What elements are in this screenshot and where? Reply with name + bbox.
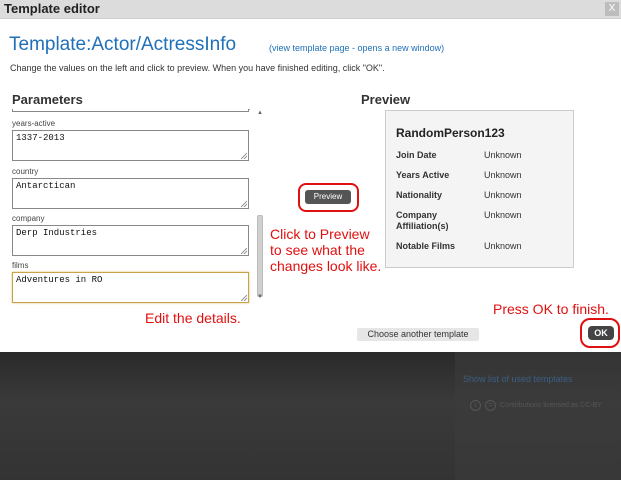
scrollbar-thumb[interactable] bbox=[257, 215, 263, 297]
preview-button[interactable]: Preview bbox=[305, 190, 351, 204]
preview-heading: Preview bbox=[361, 92, 411, 107]
preview-value: Unknown bbox=[484, 190, 522, 200]
preview-value: Unknown bbox=[484, 170, 522, 180]
preview-person-name: RandomPerson123 bbox=[396, 126, 505, 140]
films-input[interactable]: Adventures in RO bbox=[12, 272, 249, 303]
close-icon[interactable]: X bbox=[605, 2, 619, 16]
cc-icon: i bbox=[470, 400, 481, 411]
field-value: Derp Industries bbox=[16, 228, 98, 238]
field-company: company Derp Industries bbox=[12, 214, 249, 256]
ok-annotation: Press OK to finish. bbox=[493, 301, 609, 317]
field-years-active: years-active 1337-2013 bbox=[12, 119, 249, 161]
field-label: years-active bbox=[12, 119, 56, 128]
choose-another-template-button[interactable]: Choose another template bbox=[357, 328, 479, 341]
background-page: Show list of used templates i = Contribu… bbox=[0, 352, 621, 480]
field-films: films Adventures in RO bbox=[12, 261, 249, 303]
template-editor-dialog: Template editor X Template:Actor/Actress… bbox=[0, 0, 621, 352]
preview-value: Unknown bbox=[484, 210, 522, 220]
company-input[interactable]: Derp Industries bbox=[12, 225, 249, 256]
field-country: country Antarctican bbox=[12, 167, 249, 209]
preview-key: Years Active bbox=[396, 170, 450, 180]
background-sidebar bbox=[455, 352, 621, 480]
view-template-link[interactable]: (view template page - opens a new window… bbox=[269, 43, 444, 53]
template-name: Template:Actor/ActressInfo bbox=[9, 34, 237, 55]
used-templates-link[interactable]: Show list of used templates bbox=[463, 374, 573, 384]
country-input[interactable]: Antarctican bbox=[12, 178, 249, 209]
scroll-down-icon[interactable]: ▼ bbox=[256, 293, 264, 301]
parameters-heading: Parameters bbox=[12, 92, 250, 110]
resize-grip-icon[interactable] bbox=[241, 153, 247, 159]
by-icon: = bbox=[485, 400, 496, 411]
field-value: Antarctican bbox=[16, 181, 76, 191]
parameters-scroll-area[interactable]: years-active 1337-2013 country Antarctic… bbox=[9, 109, 255, 305]
preview-key: Company Affiliation(s) bbox=[396, 210, 449, 231]
resize-grip-icon[interactable] bbox=[241, 201, 247, 207]
field-value: Adventures in RO bbox=[16, 275, 103, 285]
preview-key: Join Date bbox=[396, 150, 437, 160]
resize-grip-icon[interactable] bbox=[241, 248, 247, 254]
field-value: 1337-2013 bbox=[16, 133, 65, 143]
field-label: films bbox=[12, 261, 29, 270]
dialog-title: Template editor bbox=[4, 1, 100, 16]
resize-grip-icon[interactable] bbox=[241, 295, 247, 301]
preview-value: Unknown bbox=[484, 150, 522, 160]
field-label: company bbox=[12, 214, 45, 223]
license-note: i = Contributions licensed as CC-BY bbox=[470, 400, 602, 411]
preview-annotation: Click to Preview to see what the changes… bbox=[270, 226, 382, 274]
preview-value: Unknown bbox=[484, 241, 522, 251]
instructions-text: Change the values on the left and click … bbox=[10, 63, 385, 73]
field-label: country bbox=[12, 167, 39, 176]
scroll-up-icon[interactable]: ▲ bbox=[256, 109, 264, 117]
preview-key: Notable Films bbox=[396, 241, 456, 251]
years-active-input[interactable]: 1337-2013 bbox=[12, 130, 249, 161]
preview-key: Nationality bbox=[396, 190, 443, 200]
dialog-titlebar: Template editor X bbox=[0, 0, 621, 19]
license-text: Contributions licensed as CC-BY bbox=[500, 402, 602, 409]
edit-annotation: Edit the details. bbox=[145, 310, 241, 326]
previous-field-edge bbox=[12, 109, 249, 112]
preview-infobox: RandomPerson123 Join Date Unknown Years … bbox=[385, 110, 574, 268]
parameters-scrollbar[interactable]: ▲ ▼ bbox=[256, 109, 264, 303]
ok-button[interactable]: OK bbox=[588, 326, 614, 340]
